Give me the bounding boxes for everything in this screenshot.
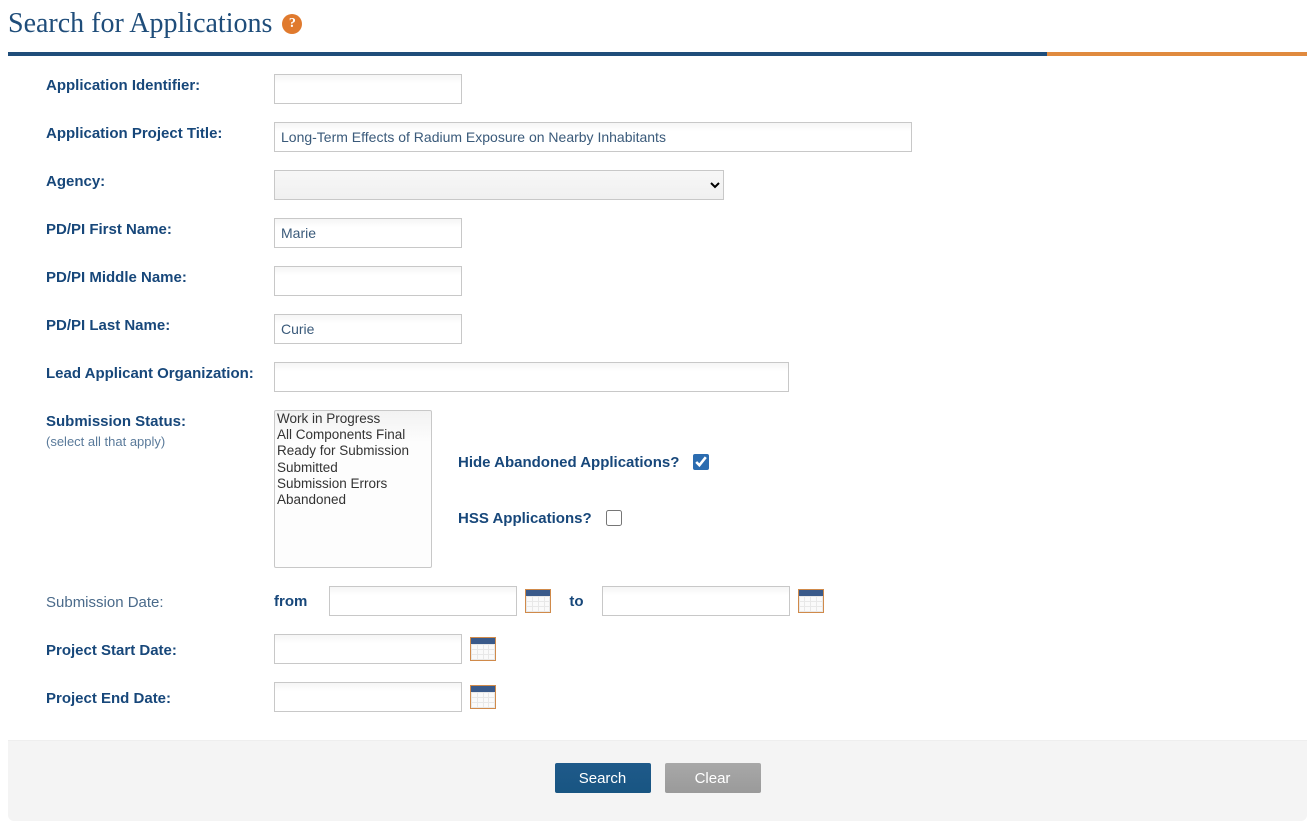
application-identifier-input[interactable]: [274, 74, 462, 104]
help-icon[interactable]: ?: [282, 14, 302, 34]
label-submission-status: Submission Status: (select all that appl…: [46, 410, 274, 449]
label-pi-last: PD/PI Last Name:: [46, 314, 274, 334]
label-to: to: [569, 593, 583, 610]
submission-date-to-input[interactable]: [602, 586, 790, 616]
status-option[interactable]: Work in Progress: [275, 411, 431, 427]
project-start-date-input[interactable]: [274, 634, 462, 664]
hss-checkbox[interactable]: [606, 510, 622, 526]
label-hss: HSS Applications?: [458, 510, 592, 527]
calendar-icon[interactable]: [798, 589, 824, 613]
page-title-text: Search for Applications: [8, 8, 272, 40]
clear-button[interactable]: Clear: [665, 763, 761, 793]
status-option[interactable]: Submission Errors: [275, 476, 431, 492]
hide-abandoned-row[interactable]: Hide Abandoned Applications?: [458, 451, 712, 473]
agency-select[interactable]: [274, 170, 724, 200]
pi-middle-name-input[interactable]: [274, 266, 462, 296]
label-project-start: Project Start Date:: [46, 639, 274, 659]
label-submission-date: Submission Date:: [46, 591, 274, 611]
label-agency: Agency:: [46, 170, 274, 190]
button-bar: Search Clear: [8, 740, 1307, 821]
submission-status-list[interactable]: Work in ProgressAll Components FinalRead…: [274, 410, 432, 568]
label-app-id: Application Identifier:: [46, 74, 274, 94]
divider-bar: [8, 52, 1307, 56]
pi-first-name-input[interactable]: [274, 218, 462, 248]
label-hide-abandoned: Hide Abandoned Applications?: [458, 454, 679, 471]
status-option[interactable]: Abandoned: [275, 492, 431, 508]
project-end-date-input[interactable]: [274, 682, 462, 712]
page-title: Search for Applications ?: [8, 8, 1307, 40]
submission-date-from-input[interactable]: [329, 586, 517, 616]
pi-last-name-input[interactable]: [274, 314, 462, 344]
lead-org-input[interactable]: [274, 362, 789, 392]
label-project-end: Project End Date:: [46, 687, 274, 707]
label-lead-org: Lead Applicant Organization:: [46, 362, 274, 382]
hide-abandoned-checkbox[interactable]: [693, 454, 709, 470]
label-from: from: [274, 593, 307, 610]
status-option[interactable]: Submitted: [275, 460, 431, 476]
calendar-icon[interactable]: [470, 637, 496, 661]
hss-row[interactable]: HSS Applications?: [458, 507, 712, 529]
label-project-title: Application Project Title:: [46, 122, 274, 142]
status-option[interactable]: All Components Final: [275, 427, 431, 443]
label-pi-first: PD/PI First Name:: [46, 218, 274, 238]
label-pi-middle: PD/PI Middle Name:: [46, 266, 274, 286]
project-title-input[interactable]: [274, 122, 912, 152]
status-option[interactable]: Ready for Submission: [275, 443, 431, 459]
calendar-icon[interactable]: [470, 685, 496, 709]
search-button[interactable]: Search: [555, 763, 651, 793]
calendar-icon[interactable]: [525, 589, 551, 613]
